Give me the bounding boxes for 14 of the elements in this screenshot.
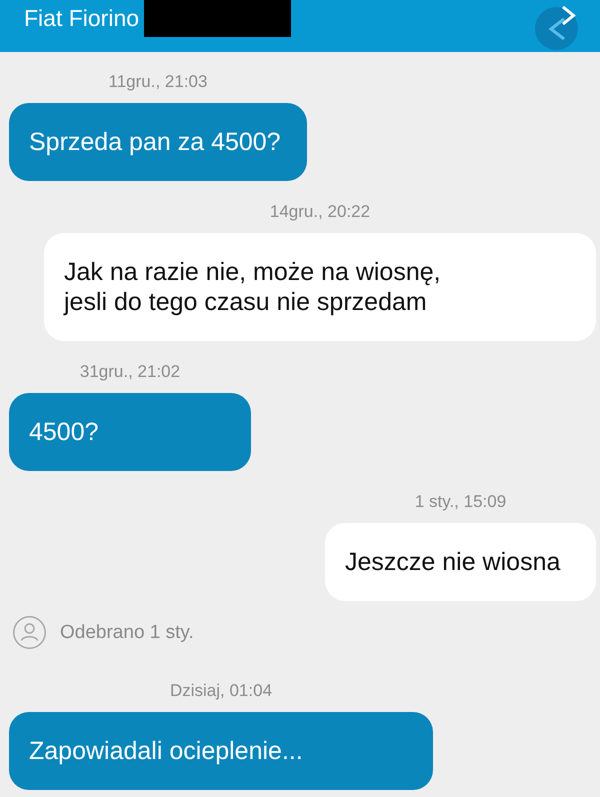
sent-message-bubble: Sprzeda pan za 4500? — [9, 103, 307, 181]
received-message-bubble: Jeszcze nie wiosna — [325, 523, 596, 601]
sent-message-bubble: Zapowiadali ocieplenie... — [9, 712, 433, 790]
conversation-title: Fiat Fiorino — [24, 4, 140, 33]
message-timestamp: Dzisiaj, 01:04 — [170, 681, 272, 701]
chevrons-icon[interactable] — [535, 5, 578, 50]
message-timestamp: 31gru., 21:02 — [80, 362, 180, 382]
message-timestamp: 11gru., 21:03 — [108, 72, 208, 92]
person-icon — [13, 616, 46, 649]
delivery-status: Odebrano 1 sty. — [60, 622, 194, 644]
received-message-bubble: Jak na razie nie, może na wiosnę, jesli do tego czasu nie sprzedam — [44, 233, 596, 341]
sent-message-bubble: 4500? — [9, 393, 251, 471]
message-timestamp: 1 sty., 15:09 — [414, 492, 506, 512]
message-timestamp: 14gru., 20:22 — [270, 202, 370, 222]
